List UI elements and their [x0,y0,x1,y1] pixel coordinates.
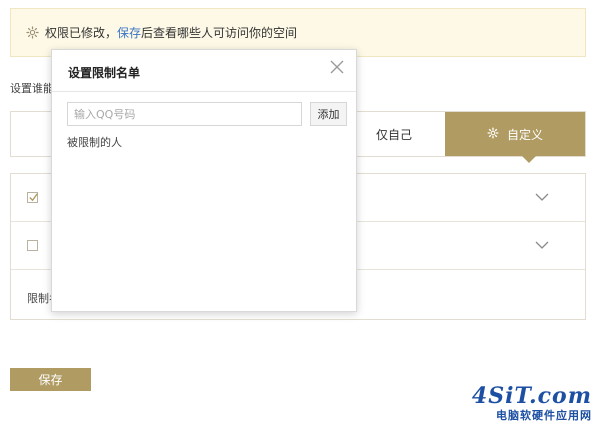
notice-save-link[interactable]: 保存 [117,26,141,40]
notice-suffix: 后查看哪些人可访问你的空间 [141,26,298,40]
modal-title: 设置限制名单 [68,66,141,80]
modal-divider [52,91,356,92]
option-custom-label: 自定义 [506,127,543,142]
gear-icon [25,26,39,40]
watermark-subtitle: 电脑软硬件应用网 [496,409,592,422]
restricted-people-label: 被限制的人 [67,136,122,149]
qq-number-input[interactable] [67,102,302,126]
restrict-list-modal: 设置限制名单 添加 被限制的人 [51,49,357,312]
selected-pointer [522,156,536,163]
add-button[interactable]: 添加 [310,102,347,126]
watermark-logo: 4SiT.com 电脑软硬件应用网 [472,385,592,423]
gear-icon [487,126,507,142]
option-custom[interactable]: 自定义 [445,112,585,156]
notice-prefix: 权限已修改， [45,26,118,40]
notice-text: 权限已修改，保存后查看哪些人可访问你的空间 [45,24,297,41]
watermark-logo-text: 4SiT.com [471,383,592,409]
checkbox-unchecked[interactable] [27,240,38,251]
option-only-me[interactable]: 仅自己 [344,112,444,156]
save-button[interactable]: 保存 [10,368,91,391]
chevron-down-icon[interactable] [535,190,549,204]
chevron-down-icon[interactable] [535,238,549,252]
checkbox-checked[interactable] [27,192,38,203]
close-icon[interactable] [330,60,344,74]
